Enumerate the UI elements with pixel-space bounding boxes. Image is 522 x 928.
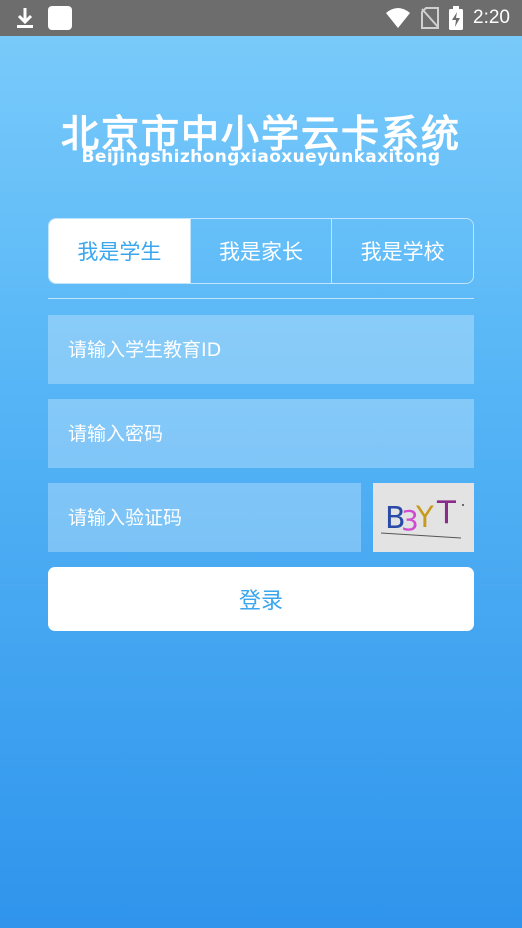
captcha-image[interactable]: B 3 Y T — [373, 483, 474, 552]
tab-school[interactable]: 我是学校 — [331, 219, 473, 283]
login-button[interactable]: 登录 — [48, 567, 474, 631]
password-input[interactable] — [48, 399, 474, 468]
captcha-char-3: Y — [415, 500, 434, 534]
wifi-icon — [386, 8, 411, 28]
divider — [48, 298, 474, 299]
captcha-noise-dot — [462, 504, 464, 506]
captcha-input[interactable] — [48, 483, 361, 552]
tab-student[interactable]: 我是学生 — [49, 219, 190, 283]
no-sim-icon — [421, 7, 440, 29]
app-subtitle: Beijingshizhongxiaoxueyunkaxitong — [81, 147, 441, 167]
captcha-char-4: T — [436, 495, 457, 531]
status-bar: 2:20 — [0, 0, 522, 36]
student-id-input[interactable] — [48, 315, 474, 384]
tab-parent[interactable]: 我是家长 — [189, 219, 332, 283]
app-square-icon — [48, 6, 72, 30]
battery-charging-icon — [449, 6, 464, 30]
status-time: 2:20 — [473, 7, 510, 28]
captcha-graphic: B 3 Y T — [380, 495, 464, 539]
role-tabs: 我是学生 我是家长 我是学校 — [48, 218, 474, 284]
download-icon — [17, 8, 33, 28]
